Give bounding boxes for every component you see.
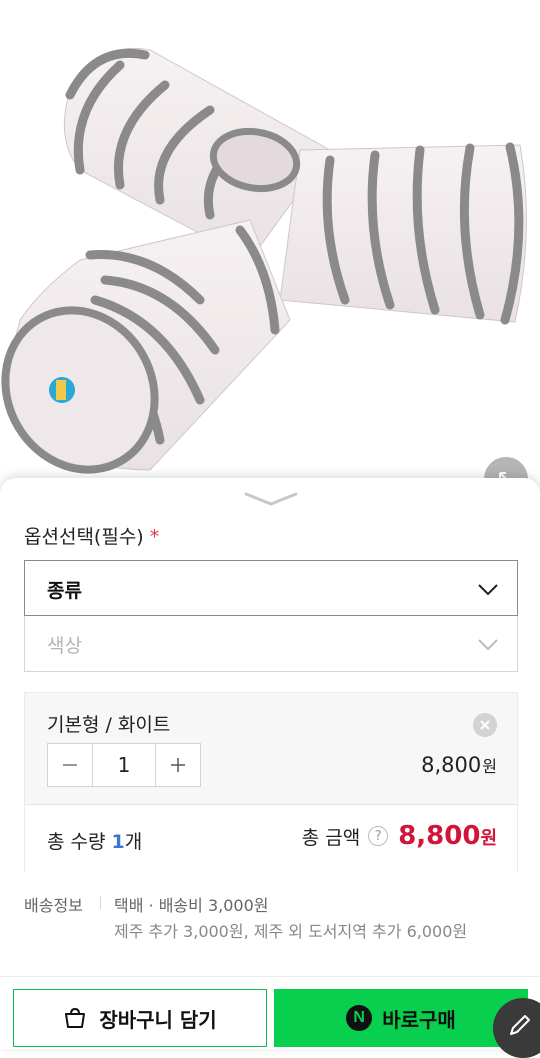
total-price-unit: 원 [480, 828, 497, 849]
sheet-collapse-handle[interactable] [244, 490, 298, 508]
cat-tunnel-illustration [1, 47, 527, 474]
minus-icon [63, 764, 77, 766]
product-image [0, 0, 540, 501]
option-bottom-sheet: 옵션선택(필수) * 종류 색상 기본형 / 화이트 1 8,800원 총 수량… [0, 478, 540, 1049]
remove-item-button[interactable] [473, 713, 497, 737]
increase-quantity-button[interactable] [156, 744, 200, 786]
naver-pay-logo: N [346, 1005, 373, 1031]
buy-now-button[interactable]: N 바로구매 [274, 989, 528, 1047]
decrease-quantity-button[interactable] [48, 744, 92, 786]
chevron-down-icon [478, 584, 498, 596]
total-row: 총 수량 1개 총 금액 ? 8,800원 [25, 805, 517, 872]
selected-item-name: 기본형 / 화이트 [47, 714, 171, 736]
option-title-text: 옵션선택(필수) [24, 526, 144, 548]
quantity-value[interactable]: 1 [92, 744, 156, 786]
help-icon[interactable]: ? [368, 826, 389, 846]
chevron-down-icon [478, 639, 498, 651]
shipping-fee: 택배 · 배송비 3,000원 [114, 896, 269, 915]
required-mark: * [149, 526, 160, 548]
pencil-icon [510, 1015, 530, 1035]
add-to-cart-button[interactable]: 장바구니 담기 [13, 989, 267, 1047]
total-quantity: 총 수량 1개 [47, 827, 142, 854]
total-price: 8,800원 [398, 821, 497, 851]
quantity-stepper: 1 [47, 743, 201, 787]
add-to-cart-label: 장바구니 담기 [99, 1007, 217, 1032]
total-price-value: 8,800 [398, 821, 481, 851]
total-quantity-label: 총 수량 [47, 831, 106, 853]
selected-option-summary: 기본형 / 화이트 1 8,800원 총 수량 1개 총 금액 ? 8,800원 [24, 692, 518, 872]
select-type-label: 종류 [47, 580, 82, 602]
select-type[interactable]: 종류 [24, 560, 518, 616]
buy-now-label: 바로구매 [382, 1007, 456, 1032]
total-amount: 총 금액 ? 8,800원 [302, 821, 497, 851]
total-amount-label: 총 금액 [301, 826, 361, 849]
select-color-label: 색상 [47, 635, 82, 657]
total-quantity-number: 1 [111, 831, 125, 853]
shipping-extra-fee: 제주 추가 3,000원, 제주 외 도서지역 추가 6,000원 [114, 922, 468, 941]
item-price: 8,800원 [421, 753, 497, 777]
edit-floating-button[interactable] [493, 998, 540, 1058]
total-quantity-suffix: 개 [124, 831, 143, 853]
shopping-bag-icon [65, 1007, 86, 1028]
divider [100, 896, 101, 909]
close-icon [480, 720, 490, 730]
divider [0, 976, 540, 977]
plus-icon [171, 758, 185, 772]
item-price-unit: 원 [482, 757, 497, 776]
select-color[interactable]: 색상 [24, 616, 518, 672]
shipping-label: 배송정보 [24, 896, 83, 915]
item-price-value: 8,800 [421, 753, 482, 777]
option-select-title: 옵션선택(필수) * [24, 522, 159, 549]
